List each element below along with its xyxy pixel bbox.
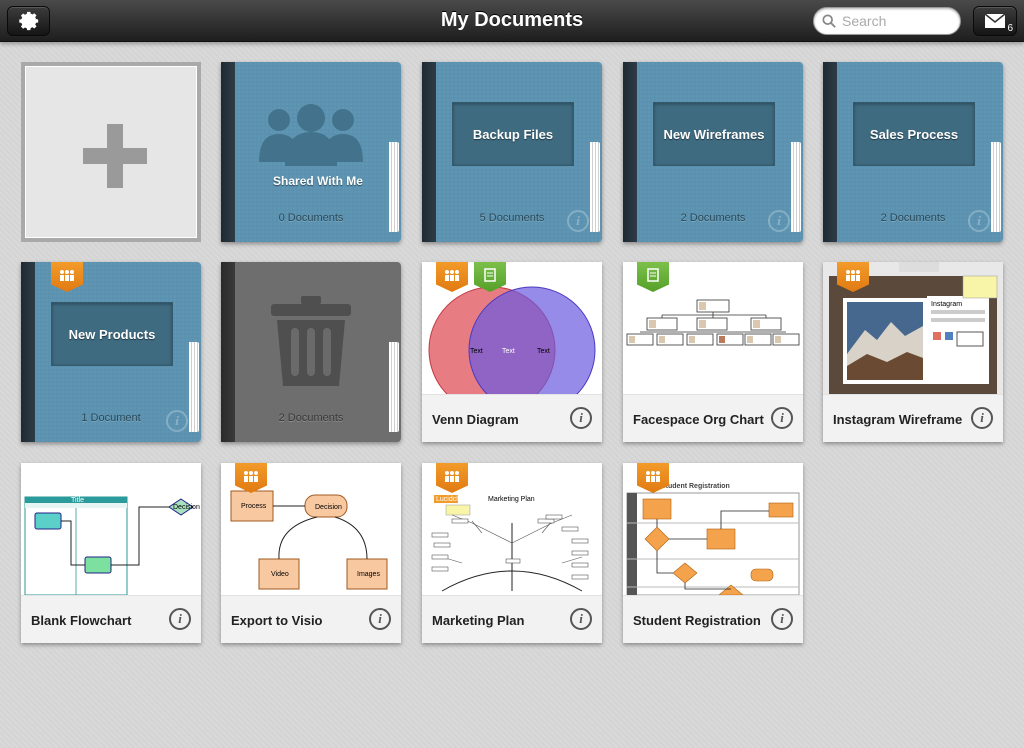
folder-doc-count: 2 Documents xyxy=(880,212,946,224)
inbox-button[interactable]: 6 xyxy=(973,6,1017,36)
info-icon[interactable]: i xyxy=(166,410,188,432)
search-input[interactable] xyxy=(842,13,952,29)
wireframe-label: Instagram xyxy=(931,301,962,308)
info-icon[interactable]: i xyxy=(768,210,790,232)
folder-doc-count: 1 Document xyxy=(81,412,141,424)
people-icon xyxy=(259,104,363,166)
folder-backup-files[interactable]: Backup Files 5 Documents i xyxy=(422,62,602,242)
folder-doc-count: 2 Documents xyxy=(278,412,344,424)
document-title: Export to Visio xyxy=(231,613,323,628)
team-ribbon-icon xyxy=(51,262,83,292)
document-title: Student Registration xyxy=(633,613,761,628)
new-document-tile[interactable] xyxy=(21,62,201,242)
info-icon[interactable]: i xyxy=(169,608,191,630)
document-blank-flowchart[interactable]: Title Decision Blank Flowchart i xyxy=(21,463,201,643)
document-instagram-wireframe[interactable]: Instagram Instagram Wireframe i xyxy=(823,262,1003,442)
search-icon xyxy=(822,14,836,28)
document-title: Blank Flowchart xyxy=(31,613,132,628)
info-icon[interactable]: i xyxy=(971,407,993,429)
flow-label: Video xyxy=(271,571,289,578)
plus-icon xyxy=(83,124,147,188)
mail-count-badge: 6 xyxy=(1007,23,1013,34)
folder-name: Backup Files xyxy=(452,102,574,166)
plan-title: Marketing Plan xyxy=(488,496,535,503)
top-bar: My Documents 6 xyxy=(0,0,1024,42)
document-title: Facespace Org Chart xyxy=(633,412,764,427)
venn-label: Text xyxy=(537,348,550,355)
document-title: Venn Diagram xyxy=(432,412,519,427)
folder-name: New Products xyxy=(51,302,173,366)
flow-label: Process xyxy=(241,503,267,510)
info-icon[interactable]: i xyxy=(570,608,592,630)
folder-new-wireframes[interactable]: New Wireframes 2 Documents i xyxy=(623,62,803,242)
info-icon[interactable]: i xyxy=(771,608,793,630)
diagram-title: Student Registration xyxy=(661,483,730,490)
document-thumbnail: Title Decision xyxy=(21,463,201,595)
folder-doc-count: 2 Documents xyxy=(680,212,746,224)
folder-name: Sales Process xyxy=(853,102,975,166)
document-title: Instagram Wireframe xyxy=(833,412,963,427)
trash-icon xyxy=(271,296,351,386)
flow-label: Images xyxy=(357,571,380,578)
folder-trash[interactable]: 2 Documents xyxy=(221,262,401,442)
folder-doc-count: 0 Documents xyxy=(278,212,344,224)
flow-label: Title xyxy=(71,497,84,504)
venn-label: Text xyxy=(470,348,483,355)
info-icon[interactable]: i xyxy=(567,210,589,232)
document-facespace-org-chart[interactable]: Facespace Org Chart i xyxy=(623,262,803,442)
mail-icon xyxy=(984,13,1006,28)
folder-doc-count: 5 Documents xyxy=(479,212,545,224)
document-venn-diagram[interactable]: Text Text Text Venn Diagram i xyxy=(422,262,602,442)
document-export-to-visio[interactable]: Process Decision Video Images Export to … xyxy=(221,463,401,643)
info-icon[interactable]: i xyxy=(570,407,592,429)
logo-label: Lucidchart xyxy=(436,496,468,503)
folder-name: New Wireframes xyxy=(653,102,775,166)
folder-new-products[interactable]: New Products 1 Document i xyxy=(21,262,201,442)
folder-shared-with-me[interactable]: Shared With Me 0 Documents xyxy=(221,62,401,242)
info-icon[interactable]: i xyxy=(968,210,990,232)
venn-label: Text xyxy=(502,348,515,355)
document-title: Marketing Plan xyxy=(432,613,525,628)
flow-label: Decision xyxy=(315,504,342,511)
folder-sales-process[interactable]: Sales Process 2 Documents i xyxy=(823,62,1003,242)
document-marketing-plan[interactable]: Lucidchart Marketing Plan Marketing Plan… xyxy=(422,463,602,643)
search-box[interactable] xyxy=(813,7,961,35)
info-icon[interactable]: i xyxy=(771,407,793,429)
info-icon[interactable]: i xyxy=(369,608,391,630)
flow-label: Decision xyxy=(173,504,200,511)
folder-name: Shared With Me xyxy=(273,174,363,188)
document-student-registration[interactable]: Student Registration Student Registratio… xyxy=(623,463,803,643)
